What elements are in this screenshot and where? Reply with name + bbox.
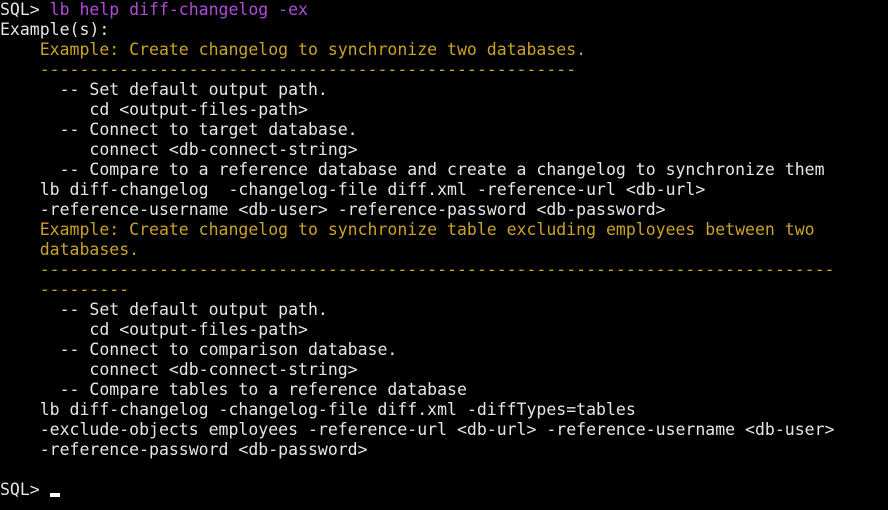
output-line: -- Compare tables to a reference databas… xyxy=(0,380,467,399)
output-line: lb diff-changelog -changelog-file diff.x… xyxy=(0,400,636,419)
output-line: lb diff-changelog -changelog-file diff.x… xyxy=(0,180,706,199)
examples-header: Example(s): xyxy=(0,20,110,39)
output-line: connect <db-connect-string> xyxy=(0,140,358,159)
output-line: -- Connect to target database. xyxy=(0,120,358,139)
example-rule: ----------------------------------------… xyxy=(0,60,577,79)
output-line: -- Compare to a reference database and c… xyxy=(0,160,825,179)
example-title-cont: databases. xyxy=(0,240,140,259)
example-title: Example: Create changelog to synchronize… xyxy=(0,220,815,239)
output-line: cd <output-files-path> xyxy=(0,320,308,339)
output-line: -- Set default output path. xyxy=(0,300,328,319)
output-line: connect <db-connect-string> xyxy=(0,360,358,379)
input-line[interactable]: SQL> xyxy=(0,480,50,500)
output-line: -- Connect to comparison database. xyxy=(0,340,398,359)
text-cursor xyxy=(50,493,60,497)
example-rule: ----------------------------------------… xyxy=(0,260,835,279)
command-line: SQL> lb help diff-changelog -ex xyxy=(0,0,308,20)
terminal-window[interactable]: SQL> lb help diff-changelog -ex Example(… xyxy=(0,0,888,510)
prompt: SQL> xyxy=(0,480,50,499)
output-line: -- Set default output path. xyxy=(0,80,328,99)
output-line: cd <output-files-path> xyxy=(0,100,308,119)
prompt: SQL> xyxy=(0,0,50,19)
output-line: -exclude-objects employees -reference-ur… xyxy=(0,420,835,439)
example-title: Example: Create changelog to synchronize… xyxy=(0,40,587,59)
output-line: -reference-username <db-user> -reference… xyxy=(0,200,666,219)
example-rule-cont: --------- xyxy=(0,280,130,299)
command-text: lb help diff-changelog -ex xyxy=(49,0,308,19)
output-line: -reference-password <db-password> xyxy=(0,440,368,459)
